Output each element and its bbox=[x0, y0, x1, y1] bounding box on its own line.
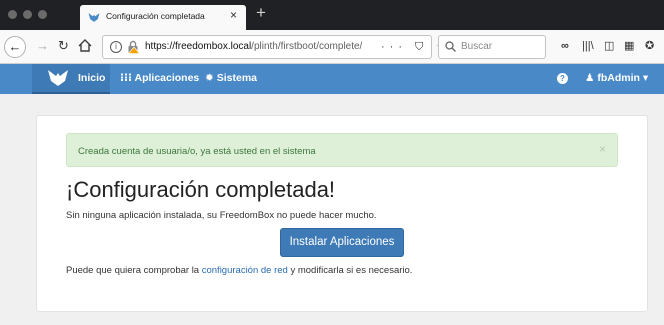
hint-text-before: Puede que quiera comprobar la bbox=[66, 265, 202, 276]
insecure-lock-icon[interactable] bbox=[127, 40, 140, 54]
address-bar[interactable]: i https://freedombox.local/plinth/firstb… bbox=[102, 35, 446, 59]
window-close-dot[interactable] bbox=[8, 10, 17, 19]
apps-grid-icon: ⁝⁝⁝ bbox=[120, 72, 135, 84]
reload-icon[interactable]: ↻ bbox=[58, 39, 69, 53]
library-icon[interactable]: |||\ bbox=[582, 40, 594, 52]
install-apps-button[interactable]: Instalar Aplicaciones bbox=[280, 228, 404, 257]
caret-down-icon: ▾ bbox=[639, 72, 649, 84]
nav-home-label[interactable]: Inicio bbox=[78, 72, 105, 84]
forward-arrow-icon[interactable]: → bbox=[36, 39, 49, 53]
page-title: ¡Configuración completada! bbox=[66, 177, 336, 202]
screenshot-icon[interactable]: ▦ bbox=[624, 40, 634, 52]
extension-icon[interactable]: ✪ bbox=[645, 40, 654, 52]
site-navbar: Inicio ⁝⁝⁝ Aplicaciones ✹ Sistema ? ♟ fb… bbox=[0, 64, 664, 94]
sidebar-icon[interactable]: ◫ bbox=[604, 40, 614, 52]
alert-close-icon[interactable]: × bbox=[599, 142, 606, 156]
url-host: https://freedombox.local bbox=[145, 41, 252, 52]
user-name: fbAdmin bbox=[597, 72, 640, 84]
nav-apps-label: Aplicaciones bbox=[134, 72, 200, 84]
nav-system-label: Sistema bbox=[216, 72, 257, 84]
search-icon bbox=[445, 41, 456, 52]
user-menu[interactable]: ♟ fbAdmin ▾ bbox=[585, 72, 648, 84]
window-minimize-dot[interactable] bbox=[23, 10, 32, 19]
browser-tab-bar: Configuración completada × + bbox=[0, 0, 664, 30]
window-zoom-dot[interactable] bbox=[38, 10, 47, 19]
mask-extension-icon[interactable]: ∞ bbox=[561, 40, 569, 52]
help-icon[interactable]: ? bbox=[557, 73, 568, 84]
search-placeholder: Buscar bbox=[461, 41, 493, 52]
nav-item-apps[interactable]: ⁝⁝⁝ Aplicaciones bbox=[120, 72, 199, 84]
intro-text: Sin ninguna aplicación instalada, su Fre… bbox=[66, 210, 377, 221]
freedombox-favicon-icon bbox=[88, 13, 100, 22]
gear-icon: ✹ bbox=[205, 72, 217, 84]
back-button[interactable]: ← bbox=[4, 36, 26, 58]
back-arrow-icon: ← bbox=[8, 39, 22, 54]
browser-toolbar: ← → ↻ i https://freedombox.local/plinth/… bbox=[0, 30, 664, 64]
hint-text-after: y modificarla si es necesario. bbox=[287, 265, 413, 276]
url-path: /plinth/firstboot/complete/ bbox=[251, 41, 363, 52]
home-icon[interactable] bbox=[78, 39, 92, 52]
new-tab-button[interactable]: + bbox=[256, 4, 266, 22]
user-icon: ♟ bbox=[585, 72, 598, 84]
url-text: https://freedombox.local/plinth/firstboo… bbox=[145, 41, 362, 52]
search-box[interactable]: Buscar bbox=[438, 35, 546, 59]
browser-tab[interactable]: Configuración completada × bbox=[80, 5, 246, 30]
network-hint-text: Puede que quiera comprobar la configurac… bbox=[66, 265, 412, 276]
nav-item-system[interactable]: ✹ Sistema bbox=[205, 72, 257, 84]
alert-text: Creada cuenta de usuaria/o, ya está uste… bbox=[78, 146, 316, 157]
success-alert: Creada cuenta de usuaria/o, ya está uste… bbox=[66, 133, 618, 167]
freedombox-logo-icon[interactable] bbox=[47, 69, 69, 87]
tab-close-icon[interactable]: × bbox=[230, 8, 237, 22]
network-config-link[interactable]: configuración de red bbox=[202, 265, 288, 276]
tab-title: Configuración completada bbox=[106, 11, 205, 21]
site-info-icon[interactable]: i bbox=[110, 41, 122, 53]
